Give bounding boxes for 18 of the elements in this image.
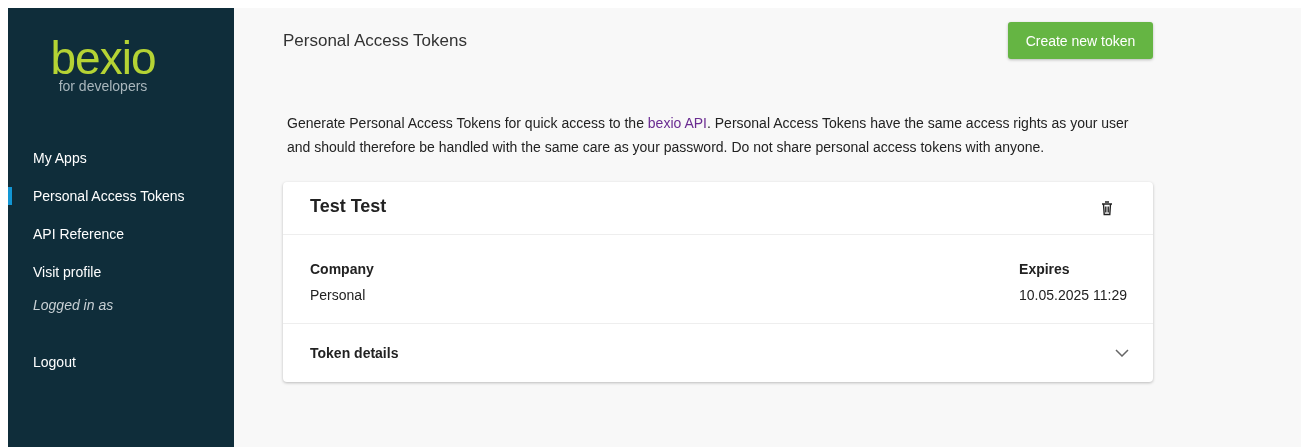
field-value: Personal bbox=[310, 287, 367, 303]
field-value: 10.05.2025 11:29 bbox=[1019, 287, 1127, 303]
token-details-toggle[interactable]: Token details bbox=[283, 324, 1153, 382]
page-title: Personal Access Tokens bbox=[283, 30, 467, 51]
logo-tagline: for developers bbox=[58, 78, 148, 94]
field-label: Company bbox=[310, 261, 374, 277]
chevron-down-icon bbox=[1115, 349, 1129, 357]
logout-link[interactable]: Logout bbox=[8, 348, 76, 386]
field-label: Expires bbox=[1019, 261, 1071, 277]
sidebar-nav-item[interactable]: My Apps bbox=[8, 144, 87, 182]
sidebar-nav-item[interactable]: Personal Access Tokens bbox=[8, 182, 185, 220]
logged-in-label: Logged in as bbox=[32, 296, 114, 314]
token-name: Test Test bbox=[310, 195, 387, 217]
api-link[interactable]: bexio API bbox=[647, 115, 707, 131]
trash-icon[interactable] bbox=[1101, 200, 1113, 216]
sidebar-nav-item[interactable]: API Reference bbox=[8, 220, 125, 258]
description-text: Generate Personal Access Tokens for quick access to the bexio API. Personal Access Tokens have the same access rights as your user and should therefore be handled with the same care as your password. Do not share personal access tokens with anyone. bbox=[287, 114, 1130, 157]
sidebar-nav-item[interactable]: Visit profile bbox=[8, 258, 102, 296]
